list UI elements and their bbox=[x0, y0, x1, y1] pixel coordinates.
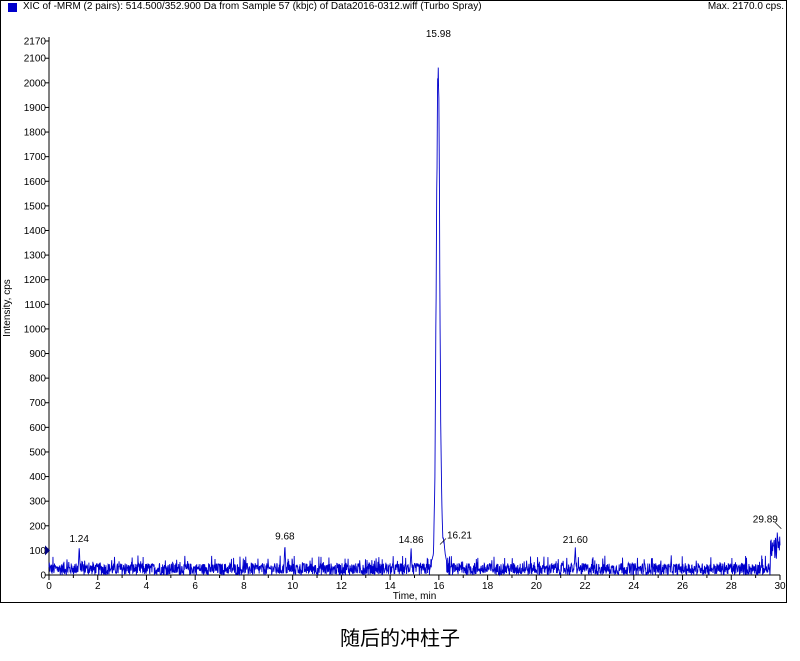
x-tick-label: 6 bbox=[192, 581, 198, 592]
peak-label: 15.98 bbox=[426, 29, 451, 40]
y-tick-label: 200 bbox=[29, 521, 46, 532]
x-tick-label: 22 bbox=[580, 581, 592, 592]
peak-label: 1.24 bbox=[69, 534, 89, 545]
y-tick-label: 0 bbox=[40, 571, 46, 582]
chromatogram-trace bbox=[48, 67, 781, 577]
x-tick-label: 10 bbox=[287, 581, 299, 592]
y-tick-label: 2170 bbox=[24, 37, 47, 48]
y-tick-label: 800 bbox=[29, 374, 46, 385]
y-tick-label: 1100 bbox=[24, 300, 46, 311]
y-tick-label: 1400 bbox=[24, 226, 47, 237]
y-tick-label: 1300 bbox=[24, 251, 47, 262]
y-tick-label: 1200 bbox=[24, 275, 47, 286]
x-tick-label: 20 bbox=[531, 581, 543, 592]
y-tick-label: 2100 bbox=[24, 54, 47, 65]
y-tick-label: 100 bbox=[29, 546, 46, 557]
peak-label-leader bbox=[439, 538, 447, 545]
x-tick-label: 4 bbox=[144, 581, 150, 592]
y-tick-label: 1700 bbox=[24, 152, 47, 163]
y-tick-label: 700 bbox=[29, 398, 46, 409]
peak-label: 9.68 bbox=[275, 531, 295, 542]
peak-label: 14.86 bbox=[399, 535, 424, 546]
y-tick-label: 900 bbox=[29, 349, 46, 360]
x-tick-label: 28 bbox=[726, 581, 738, 592]
figure-caption: 随后的冲柱子 bbox=[340, 626, 460, 650]
x-axis-label: Time, min bbox=[393, 591, 437, 602]
peak-label: 29.89 bbox=[753, 515, 778, 526]
y-tick-label: 500 bbox=[29, 447, 46, 458]
x-tick-label: 18 bbox=[482, 581, 494, 592]
y-tick-label: 1900 bbox=[24, 103, 47, 114]
y-tick-label: 1500 bbox=[24, 201, 47, 212]
x-tick-label: 0 bbox=[46, 581, 52, 592]
y-tick-label: 2000 bbox=[24, 78, 47, 89]
x-tick-label: 2 bbox=[95, 581, 101, 592]
y-tick-label: 400 bbox=[29, 472, 46, 483]
x-tick-label: 8 bbox=[241, 581, 247, 592]
x-tick-label: 24 bbox=[628, 581, 640, 592]
x-tick-label: 30 bbox=[774, 581, 786, 592]
y-axis-label: Intensity, cps bbox=[2, 279, 13, 337]
peak-label: 16.21 bbox=[447, 531, 472, 542]
y-tick-label: 1800 bbox=[24, 128, 47, 139]
y-tick-label: 1000 bbox=[24, 324, 47, 335]
y-tick-label: 1600 bbox=[24, 177, 47, 188]
x-tick-label: 26 bbox=[677, 581, 689, 592]
chart-frame: XIC of -MRM (2 pairs): 514.500/352.900 D… bbox=[0, 0, 787, 603]
y-tick-label: 600 bbox=[29, 423, 46, 434]
y-tick-label: 300 bbox=[29, 497, 46, 508]
peak-label: 21.60 bbox=[563, 535, 588, 546]
x-tick-label: 12 bbox=[336, 581, 348, 592]
chromatogram-plot: 0100200300400500600700800900100011001200… bbox=[2, 29, 786, 602]
